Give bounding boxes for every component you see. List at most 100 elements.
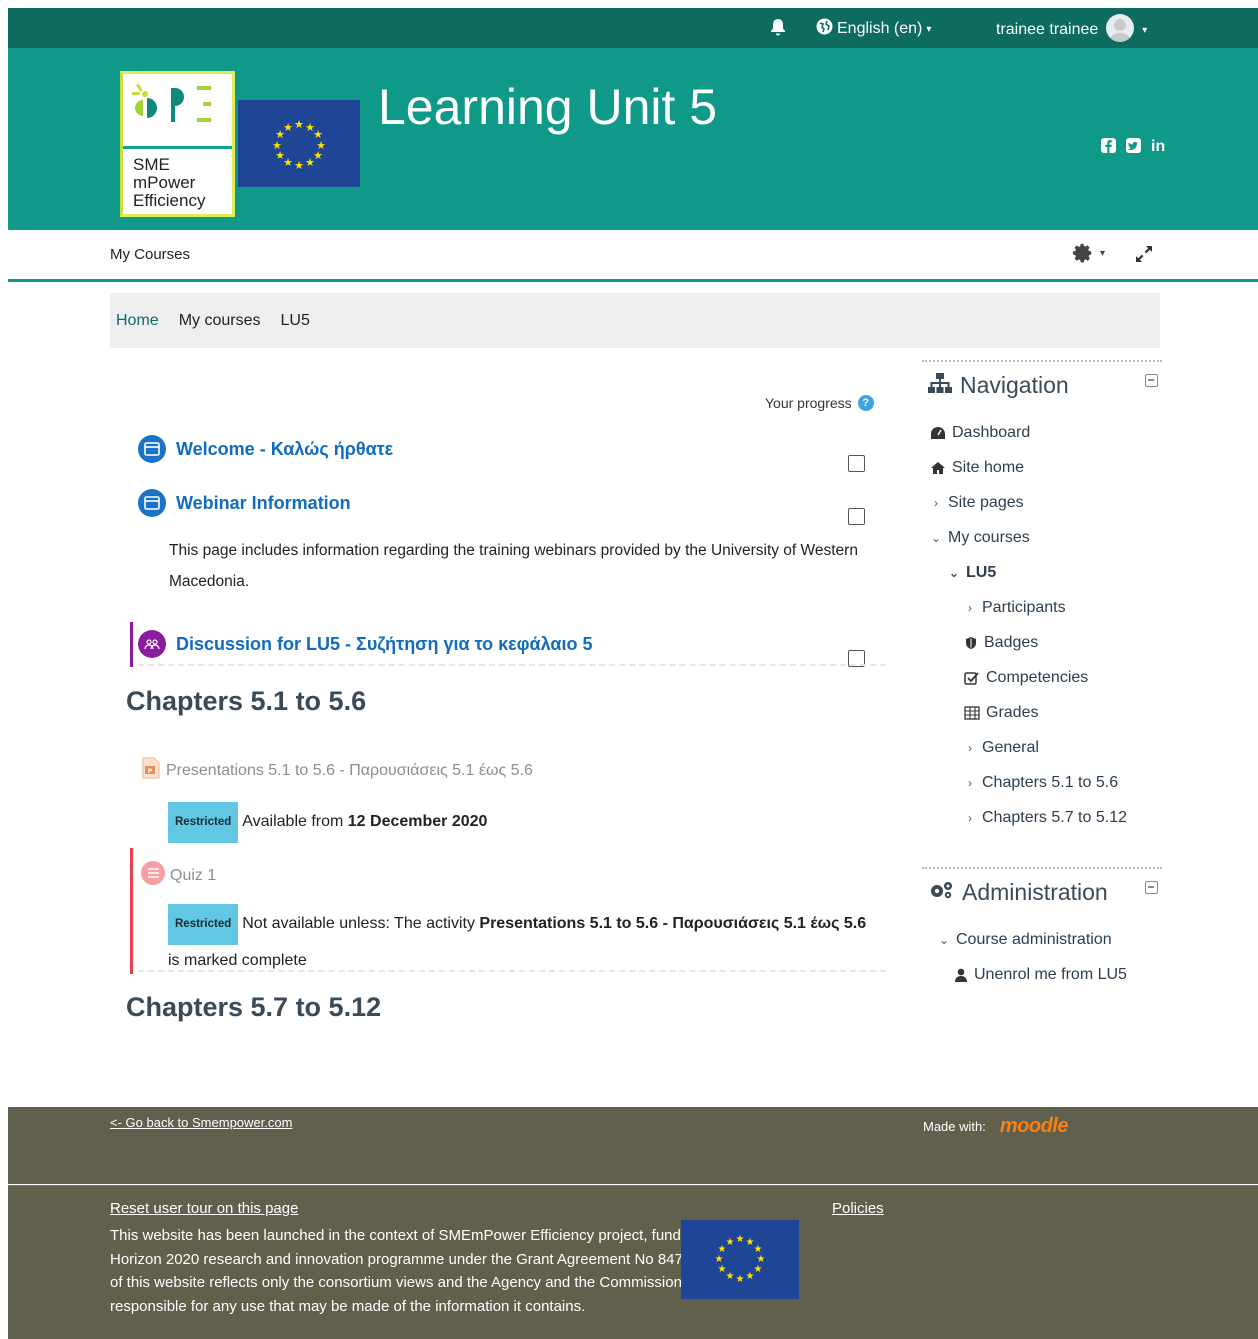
dashboard-icon (931, 427, 945, 439)
nav-competencies[interactable]: Competencies (964, 669, 1088, 687)
administration-block: Administration (922, 867, 1162, 916)
activity-title: Presentations 5.1 to 5.6 - Παρουσιάσεις … (166, 761, 533, 779)
made-with: Made with: moodle (923, 1115, 1069, 1138)
go-back-link[interactable]: <- Go back to Smempower.com (110, 1115, 292, 1130)
activity-welcome: Welcome - Καλώς ήρθατε (138, 435, 393, 463)
collapse-block-icon[interactable] (1145, 374, 1158, 387)
activity-description: This page includes information regarding… (169, 542, 858, 590)
nav-general[interactable]: › General (964, 739, 1039, 757)
chevron-down-icon: ⌄ (930, 531, 942, 545)
twitter-icon[interactable] (1126, 138, 1141, 158)
nav-chapters-5-7[interactable]: › Chapters 5.7 to 5.12 (964, 809, 1127, 827)
user-menu[interactable]: trainee trainee ▾ (996, 14, 1148, 42)
table-icon (964, 706, 980, 720)
social-links: in (1101, 138, 1165, 158)
language-label: English (en) (837, 20, 923, 37)
breadcrumb: Home My courses LU5 (110, 293, 1160, 348)
globe-icon (816, 18, 833, 40)
section-divider (138, 970, 886, 972)
caret-down-icon: ▾ (926, 23, 932, 35)
breadcrumb-lu5[interactable]: LU5 (280, 312, 309, 330)
activity-link[interactable]: Welcome - Καλώς ήρθατε (176, 439, 393, 460)
footer-top: <- Go back to Smempower.com Made with: m… (8, 1107, 1258, 1184)
svg-text:★: ★ (736, 1274, 745, 1285)
smempower-logo[interactable]: SME mPower Efficiency (120, 71, 235, 217)
nav-my-courses[interactable]: ⌄ My courses (930, 529, 1030, 547)
moodle-logo[interactable]: moodle (1000, 1115, 1069, 1138)
activity-quiz: Quiz 1 (140, 860, 216, 891)
forum-icon (138, 630, 166, 658)
nav-site-home[interactable]: Site home (930, 459, 1024, 477)
svg-text:P: P (148, 768, 153, 775)
restricted-badge: Restricted (168, 802, 239, 843)
quiz-icon (140, 860, 166, 891)
cogs-icon (928, 879, 954, 906)
language-menu[interactable]: English (en) ▾ (816, 18, 931, 40)
nav-grades[interactable]: Grades (964, 704, 1038, 722)
user-icon (955, 968, 967, 982)
completion-checkbox[interactable] (848, 508, 865, 525)
svg-text:★: ★ (726, 1237, 735, 1248)
nav-badges[interactable]: Badges (964, 634, 1038, 652)
svg-text:★: ★ (746, 1271, 755, 1282)
nav-unenrol[interactable]: Unenrol me from LU5 (954, 966, 1127, 984)
course-title: Learning Unit 5 (378, 79, 718, 135)
footer-bottom: Reset user tour on this page This websit… (8, 1185, 1258, 1339)
section-title: Chapters 5.7 to 5.12 (126, 992, 382, 1022)
svg-text:★: ★ (754, 1264, 763, 1275)
activity-webinar: Webinar Information (138, 489, 351, 517)
caret-down-icon: ▾ (1142, 24, 1148, 36)
chevron-right-icon: › (934, 496, 938, 510)
nav-chapters-5-1[interactable]: › Chapters 5.1 to 5.6 (964, 774, 1118, 792)
my-courses-link[interactable]: My Courses (110, 246, 190, 263)
breadcrumb-home[interactable]: Home (116, 312, 159, 330)
svg-text:★: ★ (718, 1264, 727, 1275)
home-icon (931, 462, 945, 474)
restricted-badge: Restricted (168, 904, 239, 945)
page-icon (138, 435, 166, 463)
restriction-info: Restricted Not available unless: The acti… (168, 904, 868, 976)
nav-participants[interactable]: › Participants (964, 599, 1066, 617)
section-divider (138, 664, 886, 666)
svg-text:★: ★ (283, 121, 293, 134)
nav-dashboard[interactable]: Dashboard (930, 424, 1030, 442)
activity-title: Quiz 1 (170, 866, 217, 884)
svg-text:★: ★ (294, 159, 304, 172)
chevron-right-icon: › (968, 601, 972, 615)
sitemap-icon (928, 372, 952, 399)
breadcrumb-my-courses[interactable]: My courses (179, 312, 261, 330)
policies-link[interactable]: Policies (832, 1200, 884, 1217)
eu-flag-logo: ★ ★ ★ ★ ★ ★ ★ ★ ★ ★ ★ ★ (681, 1220, 799, 1299)
svg-text:★: ★ (305, 156, 315, 169)
nav-course-administration[interactable]: ⌄ Course administration (938, 931, 1112, 949)
svg-text:★: ★ (715, 1254, 724, 1265)
chevron-right-icon: › (968, 776, 972, 790)
your-progress: Your progress ? (765, 395, 874, 411)
fullscreen-expand-icon[interactable] (1134, 244, 1154, 269)
activity-link[interactable]: Discussion for LU5 - Συζήτηση για το κεφ… (176, 634, 593, 655)
nav-lu5[interactable]: ⌄ LU5 (948, 564, 996, 582)
course-settings-menu[interactable]: ▾ (1072, 242, 1105, 264)
activity-discussion: Discussion for LU5 - Συζήτηση για το κεφ… (138, 630, 593, 658)
block-title: Navigation (960, 372, 1069, 398)
facebook-icon[interactable] (1101, 138, 1116, 158)
avatar (1106, 14, 1135, 42)
bell-icon[interactable] (768, 17, 788, 42)
help-icon[interactable]: ? (857, 395, 874, 411)
collapse-block-icon[interactable] (1145, 881, 1158, 894)
nav-site-pages[interactable]: › Site pages (930, 494, 1024, 512)
restriction-info: Restricted Available from 12 December 202… (168, 802, 868, 843)
svg-text:★: ★ (726, 1271, 735, 1282)
svg-text:★: ★ (736, 1234, 745, 1245)
gear-icon (1072, 243, 1092, 263)
linkedin-icon[interactable]: in (1151, 138, 1165, 158)
reset-tour-link[interactable]: Reset user tour on this page (110, 1200, 298, 1217)
activity-accent-bar (130, 622, 133, 667)
activity-link[interactable]: Webinar Information (176, 493, 351, 514)
completion-checkbox[interactable] (848, 455, 865, 472)
chevron-down-icon: ⌄ (938, 933, 950, 947)
secondary-nav: My Courses ▾ (8, 230, 1258, 282)
user-name: trainee trainee (996, 21, 1099, 38)
check-square-icon (964, 672, 979, 685)
chevron-down-icon: ⌄ (948, 566, 960, 580)
